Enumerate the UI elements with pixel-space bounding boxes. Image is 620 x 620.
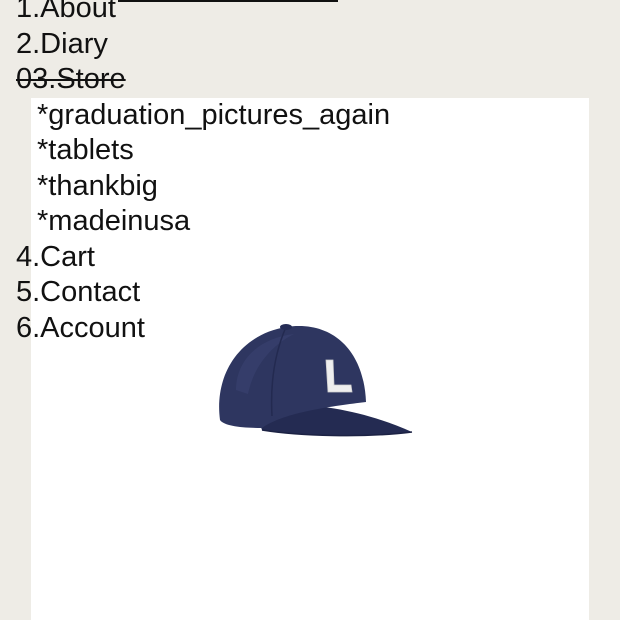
store-subitem-madeinusa[interactable]: *madeinusa: [16, 204, 390, 240]
store-sublink-tablets[interactable]: *tablets: [37, 134, 134, 166]
nav-item-store[interactable]: 03.Store: [16, 62, 390, 98]
store-sublink-graduation-pictures-again[interactable]: *graduation_pictures_again: [37, 99, 390, 131]
nav-item-contact[interactable]: 5.Contact: [16, 275, 390, 311]
nav-link-cart[interactable]: 4.Cart: [16, 241, 95, 273]
nav-link-about[interactable]: 1.About: [16, 0, 116, 24]
nav-item-diary[interactable]: 2.Diary: [16, 27, 390, 63]
nav-item-cart[interactable]: 4.Cart: [16, 240, 390, 276]
nav-link-store[interactable]: 03.Store: [16, 63, 126, 95]
nav-link-account[interactable]: 6.Account: [16, 312, 145, 344]
store-sublink-madeinusa[interactable]: *madeinusa: [37, 205, 190, 237]
nav-link-contact[interactable]: 5.Contact: [16, 276, 140, 308]
store-sublink-thankbig[interactable]: *thankbig: [37, 170, 158, 202]
nav-item-account[interactable]: 6.Account: [16, 311, 390, 347]
nav-link-diary[interactable]: 2.Diary: [16, 28, 108, 60]
main-nav: 1.About 2.Diary 03.Store *graduation_pic…: [16, 0, 390, 346]
store-subitem-thankbig[interactable]: *thankbig: [16, 169, 390, 205]
nav-item-about[interactable]: 1.About: [16, 0, 390, 27]
store-subitem-graduation-pictures-again[interactable]: *graduation_pictures_again: [16, 98, 390, 134]
store-subitem-tablets[interactable]: *tablets: [16, 133, 390, 169]
